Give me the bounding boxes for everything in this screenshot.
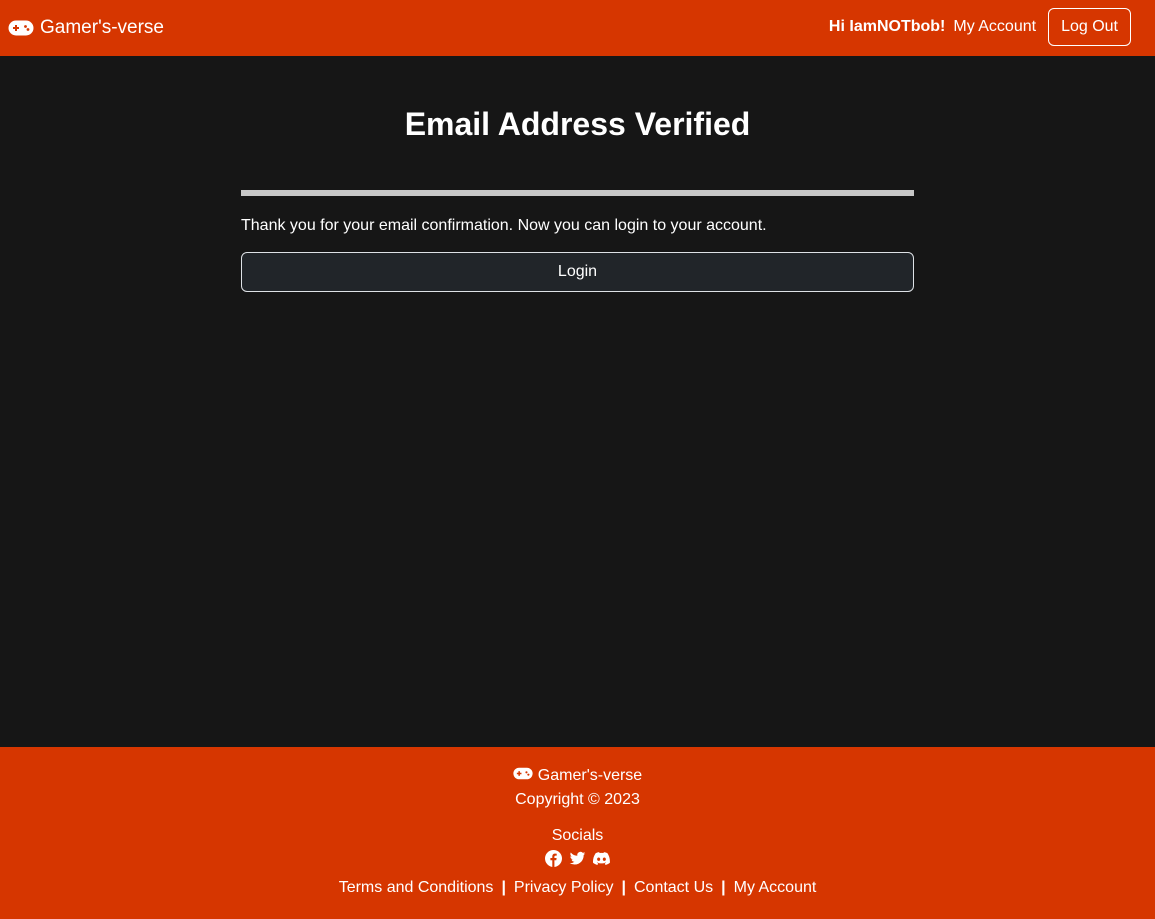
login-button[interactable]: Login: [241, 252, 914, 292]
link-separator: |: [721, 879, 726, 896]
brand-link[interactable]: Gamer's-verse: [8, 16, 164, 40]
divider: [241, 190, 914, 196]
privacy-link[interactable]: Privacy Policy: [514, 877, 614, 899]
link-separator: |: [501, 879, 506, 896]
navbar: Gamer's-verse Hi IamNOTbob! My Account L…: [0, 0, 1155, 56]
footer: Gamer's-verse Copyright © 2023 Socials T…: [0, 747, 1155, 919]
nav-right: Hi IamNOTbob! My Account Log Out: [829, 8, 1131, 46]
twitter-icon[interactable]: [569, 850, 586, 867]
socials-label: Socials: [551, 827, 604, 844]
main-content: Email Address Verified Thank you for you…: [0, 56, 1155, 747]
footer-brand-name: Gamer's-verse: [537, 767, 643, 784]
terms-link[interactable]: Terms and Conditions: [339, 877, 494, 899]
discord-icon[interactable]: [593, 850, 610, 867]
link-separator: |: [621, 879, 626, 896]
user-greeting: Hi IamNOTbob!: [828, 18, 946, 35]
page-title: Email Address Verified: [404, 106, 751, 142]
confirmation-message: Thank you for your email confirmation. N…: [241, 217, 767, 234]
my-account-link[interactable]: My Account: [953, 18, 1036, 36]
facebook-icon[interactable]: [545, 850, 562, 867]
social-icons: [0, 850, 1155, 867]
gamepad-icon: [8, 20, 34, 36]
gamepad-icon: [513, 765, 533, 787]
brand-name: Gamer's-verse: [40, 17, 164, 38]
contact-link[interactable]: Contact Us: [634, 877, 713, 899]
logout-button[interactable]: Log Out: [1048, 8, 1131, 46]
footer-my-account-link[interactable]: My Account: [734, 877, 817, 899]
footer-links: Terms and Conditions | Privacy Policy | …: [0, 877, 1155, 899]
footer-brand: Gamer's-verse: [0, 765, 1155, 787]
copyright-text: Copyright © 2023: [515, 791, 640, 808]
